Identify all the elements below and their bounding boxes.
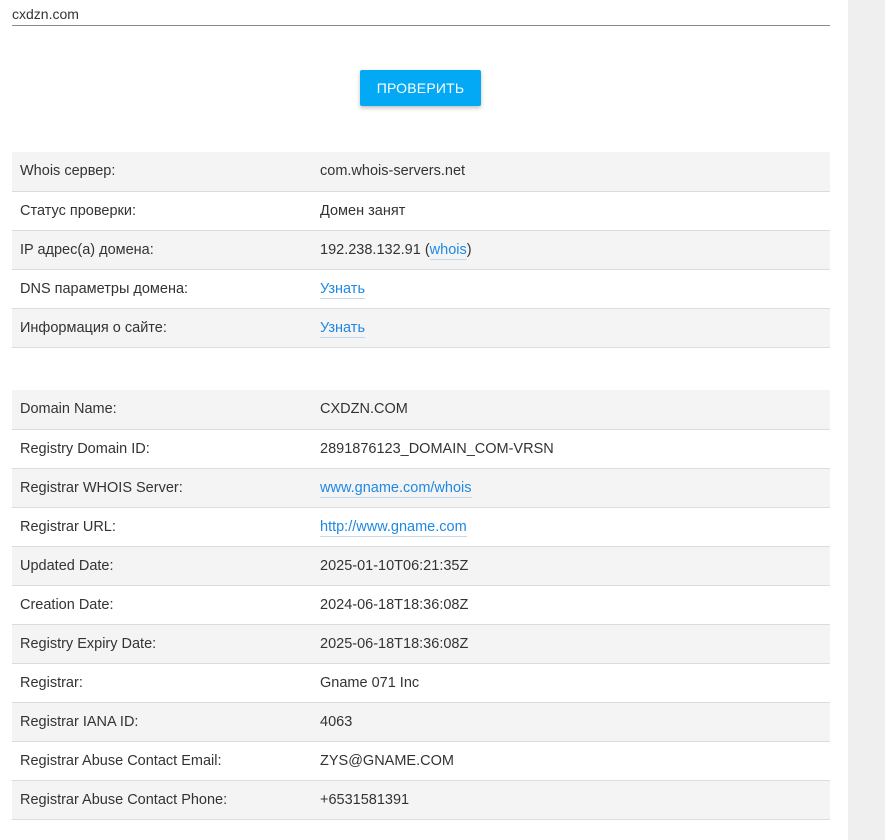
row-label: Registry Expiry Date: [12,624,312,664]
table-row: IP адрес(а) домена: 192.238.132.91 (whoi… [12,230,830,270]
row-label: Registrar WHOIS Server: [12,468,312,508]
row-value: 2025-06-18T18:36:08Z [312,624,830,664]
table-row: Domain Name: CXDZN.COM [12,390,830,430]
row-value: ZYS@GNAME.COM [312,741,830,781]
paren-open: ( [420,241,430,258]
row-label: Статус проверки: [12,191,312,231]
row-value: Узнать [312,308,830,348]
table-row: Информация о сайте: Узнать [12,308,830,348]
table-row: Registrar Abuse Contact Phone: +65315813… [12,780,830,820]
table-row: Registry Domain ID: 2891876123_DOMAIN_CO… [12,429,830,469]
row-value: 192.238.132.91 (whois) [312,230,830,270]
table-row: Registrar WHOIS Server: www.gname.com/wh… [12,468,830,508]
table-row: Registrar URL: http://www.gname.com [12,507,830,547]
right-gutter [848,0,885,840]
whois-table: Domain Name: CXDZN.COM Registry Domain I… [12,390,830,820]
table-row: DNS параметры домена: Узнать [12,269,830,309]
table-row: Updated Date: 2025-01-10T06:21:35Z [12,546,830,586]
row-value: 2025-01-10T06:21:35Z [312,546,830,586]
row-label: Registrar Abuse Contact Email: [12,741,312,781]
paren-close: ) [466,241,472,258]
table-row: Registrar: Gname 071 Inc [12,663,830,703]
row-value: 2024-06-18T18:36:08Z [312,585,830,625]
row-label: Whois сервер: [12,152,312,192]
row-label: Registrar URL: [12,507,312,547]
row-value: 2891876123_DOMAIN_COM-VRSN [312,429,830,469]
ip-whois-link[interactable]: whois [429,241,467,260]
row-label: Creation Date: [12,585,312,625]
table-row: Creation Date: 2024-06-18T18:36:08Z [12,585,830,625]
table-row: Whois сервер: com.whois-servers.net [12,152,830,192]
row-value: com.whois-servers.net [312,152,830,192]
row-value: 4063 [312,702,830,742]
table-row: Registrar Abuse Contact Email: ZYS@GNAME… [12,741,830,781]
row-value: Домен занят [312,191,830,231]
row-label: Информация о сайте: [12,308,312,348]
site-info-link[interactable]: Узнать [320,319,365,338]
check-button[interactable]: ПРОВЕРИТЬ [360,70,481,106]
row-label: Registrar IANA ID: [12,702,312,742]
registrar-whois-server-link[interactable]: www.gname.com/whois [320,479,472,498]
table-row: Registrar IANA ID: 4063 [12,702,830,742]
row-value: CXDZN.COM [312,390,830,430]
row-label: IP адрес(а) домена: [12,230,312,270]
table-row: Статус проверки: Домен занят [12,191,830,231]
row-label: Registrar: [12,663,312,703]
ip-value: 192.238.132.91 [320,241,421,258]
domain-input[interactable] [12,0,830,26]
row-value: Узнать [312,269,830,309]
row-label: Registrar Abuse Contact Phone: [12,780,312,820]
registrar-url-link[interactable]: http://www.gname.com [320,518,467,537]
dns-link[interactable]: Узнать [320,280,365,299]
row-label: Registry Domain ID: [12,429,312,469]
row-value: Gname 071 Inc [312,663,830,703]
row-label: Domain Name: [12,390,312,430]
row-value: www.gname.com/whois [312,468,830,508]
table-row: Registry Expiry Date: 2025-06-18T18:36:0… [12,624,830,664]
row-value: http://www.gname.com [312,507,830,547]
check-results-table: Whois сервер: com.whois-servers.net Стат… [12,152,830,348]
row-label: DNS параметры домена: [12,269,312,309]
row-label: Updated Date: [12,546,312,586]
row-value: +6531581391 [312,780,830,820]
